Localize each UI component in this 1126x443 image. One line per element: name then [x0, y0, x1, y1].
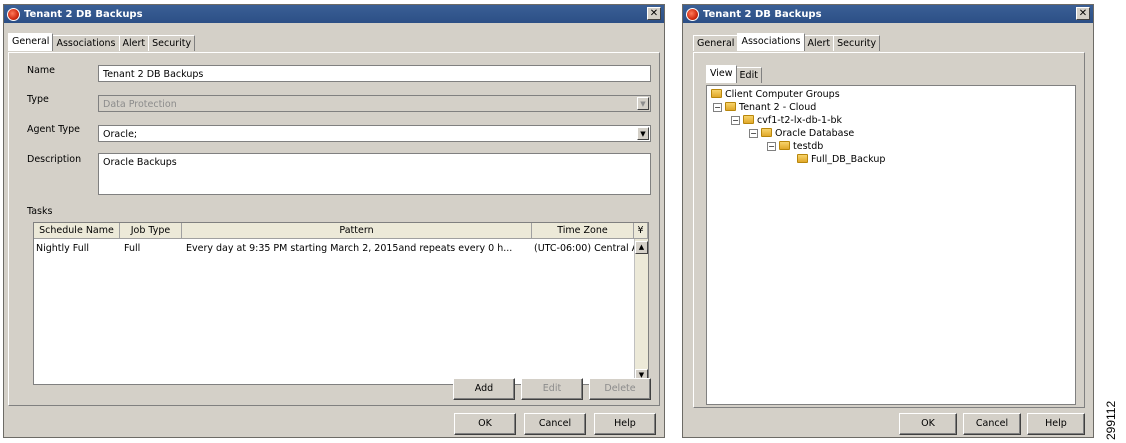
- description-field[interactable]: Oracle Backups: [98, 153, 651, 195]
- column-header-job-type[interactable]: Job Type: [120, 223, 182, 239]
- tab-associations[interactable]: Associations: [52, 35, 120, 51]
- chevron-down-icon[interactable]: ▼: [637, 127, 649, 140]
- cell-pattern: Every day at 9:35 PM starting March 2, 2…: [186, 243, 513, 254]
- tab-associations[interactable]: Associations: [737, 33, 805, 51]
- name-field[interactable]: Tenant 2 DB Backups: [98, 65, 651, 82]
- folder-icon: [743, 115, 754, 124]
- tree-node-full-db-backup[interactable]: Full_DB_Backup: [797, 154, 885, 166]
- tree-node-client[interactable]: − cvf1-t2-lx-db-1-bk: [731, 115, 842, 127]
- cancel-button[interactable]: Cancel: [524, 413, 586, 435]
- tasks-label: Tasks: [27, 206, 53, 217]
- cell-schedule-name: Nightly Full: [36, 243, 90, 254]
- tab-view[interactable]: View: [706, 65, 737, 83]
- help-button[interactable]: Help: [594, 413, 656, 435]
- type-value: Data Protection: [103, 99, 177, 110]
- collapse-icon[interactable]: −: [767, 142, 776, 151]
- app-logo-icon: [7, 7, 20, 21]
- folder-icon: [797, 154, 808, 163]
- associations-panel: View Edit Client Computer Groups − Tenant…: [693, 52, 1085, 408]
- tree-node-testdb[interactable]: − testdb: [767, 141, 823, 153]
- associations-tree: Client Computer Groups − Tenant 2 - Cloud…: [706, 85, 1076, 405]
- figure-id: 299112: [1104, 400, 1118, 440]
- tab-security[interactable]: Security: [148, 35, 196, 51]
- folder-icon: [779, 141, 790, 150]
- tasks-table: Schedule Name Job Type Pattern Time Zone…: [33, 222, 649, 385]
- add-button[interactable]: Add: [453, 378, 515, 400]
- folder-icon: [711, 89, 722, 98]
- left-title-bar: Tenant 2 DB Backups ✕: [4, 5, 664, 23]
- app-logo-icon: [686, 7, 699, 21]
- agent-type-label: Agent Type: [27, 124, 80, 135]
- tree-node-client-computer-groups[interactable]: Client Computer Groups: [711, 89, 840, 101]
- left-window-title: Tenant 2 DB Backups: [24, 8, 143, 20]
- right-title-bar: Tenant 2 DB Backups ✕: [683, 5, 1093, 23]
- tree-node-oracle-database[interactable]: − Oracle Database: [749, 128, 854, 140]
- cell-job-type: Full: [124, 243, 141, 254]
- collapse-icon[interactable]: −: [749, 129, 758, 138]
- tab-security[interactable]: Security: [833, 35, 881, 51]
- left-dialog: Tenant 2 DB Backups ✕ General Associatio…: [3, 4, 665, 438]
- collapse-icon[interactable]: −: [713, 103, 722, 112]
- tasks-scrollbar[interactable]: ▲ ▼: [634, 239, 648, 384]
- agent-type-select[interactable]: Oracle; ▼: [98, 125, 651, 142]
- tab-edit[interactable]: Edit: [735, 67, 762, 83]
- type-select: Data Protection ▼: [98, 95, 651, 112]
- right-dialog: Tenant 2 DB Backups ✕ General Associatio…: [682, 4, 1094, 438]
- ok-button[interactable]: OK: [899, 413, 957, 435]
- scroll-up-icon[interactable]: ▲: [635, 241, 648, 254]
- tab-general[interactable]: General: [8, 33, 54, 51]
- close-icon[interactable]: ✕: [1076, 7, 1090, 20]
- general-panel: Name Tenant 2 DB Backups Type Data Prote…: [8, 52, 660, 406]
- column-header-schedule-name[interactable]: Schedule Name: [34, 223, 120, 239]
- help-button[interactable]: Help: [1027, 413, 1085, 435]
- agent-type-value: Oracle;: [103, 129, 138, 140]
- view-edit-tabs: View Edit: [706, 65, 762, 83]
- tab-alert[interactable]: Alert: [803, 35, 835, 51]
- tab-general[interactable]: General: [693, 35, 739, 51]
- cell-time-zone: (UTC-06:00) Central Ame...: [534, 243, 634, 254]
- left-tab-strip: General Associations Alert Security: [8, 33, 196, 51]
- column-chooser-icon[interactable]: ¥: [634, 223, 648, 239]
- tree-node-tenant-2-cloud[interactable]: − Tenant 2 - Cloud: [713, 102, 816, 114]
- column-header-time-zone[interactable]: Time Zone: [532, 223, 634, 239]
- delete-button[interactable]: Delete: [589, 378, 651, 400]
- right-tab-strip: General Associations Alert Security: [693, 33, 881, 51]
- cancel-button[interactable]: Cancel: [963, 413, 1021, 435]
- column-header-pattern[interactable]: Pattern: [182, 223, 532, 239]
- tab-alert[interactable]: Alert: [118, 35, 150, 51]
- folder-icon: [761, 128, 772, 137]
- chevron-down-icon: ▼: [637, 97, 649, 110]
- description-label: Description: [27, 154, 82, 165]
- collapse-icon[interactable]: −: [731, 116, 740, 125]
- type-label: Type: [27, 94, 49, 105]
- name-label: Name: [27, 65, 56, 76]
- ok-button[interactable]: OK: [454, 413, 516, 435]
- edit-button[interactable]: Edit: [521, 378, 583, 400]
- close-icon[interactable]: ✕: [647, 7, 661, 20]
- right-window-title: Tenant 2 DB Backups: [703, 8, 822, 20]
- folder-icon: [725, 102, 736, 111]
